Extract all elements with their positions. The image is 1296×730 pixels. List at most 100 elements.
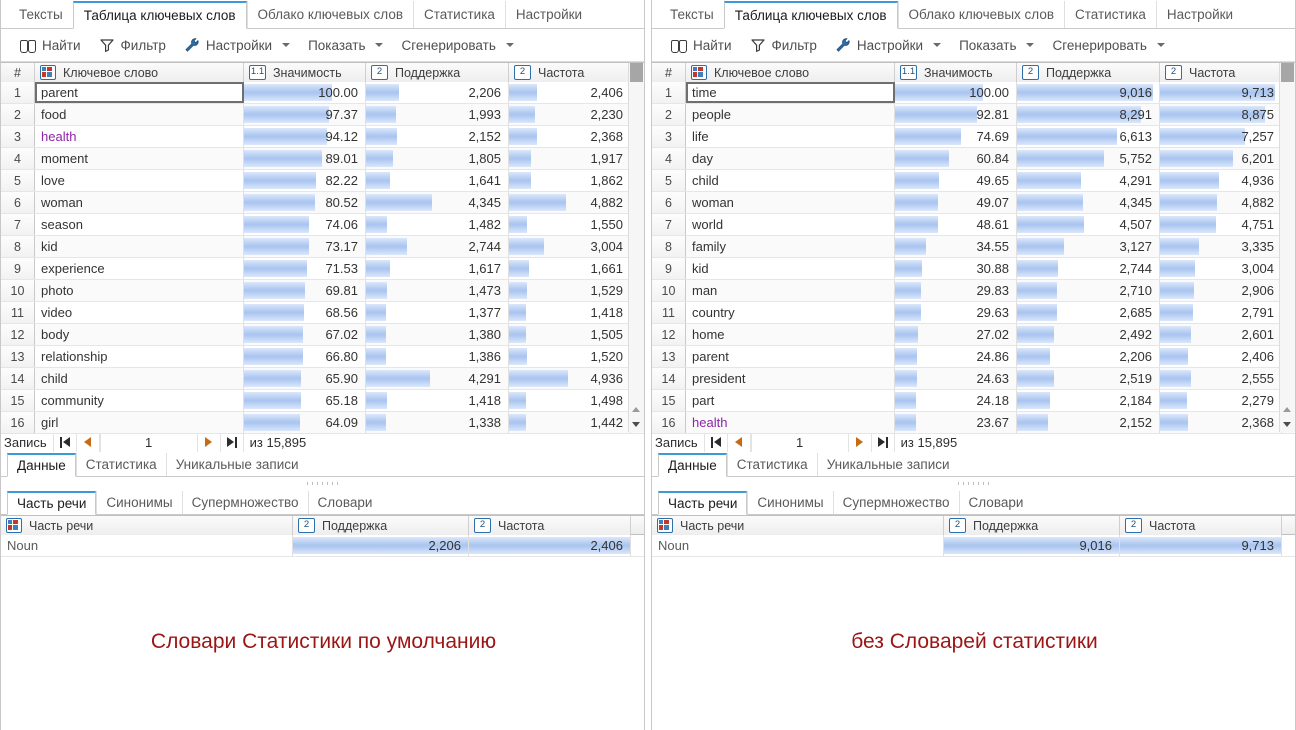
keyword-cell[interactable]: home: [686, 324, 895, 345]
support-cell[interactable]: 1,617: [366, 258, 509, 279]
detail-column-header-2[interactable]: 2 Поддержка: [293, 516, 469, 535]
table-row[interactable]: 11 country 29.63 2,685 2,791: [652, 302, 1295, 324]
significance-cell[interactable]: 94.12: [244, 126, 366, 147]
significance-cell[interactable]: 89.01: [244, 148, 366, 169]
frequency-cell[interactable]: 3,004: [509, 236, 631, 257]
support-cell[interactable]: 2,206: [366, 82, 509, 103]
support-cell[interactable]: 1,993: [366, 104, 509, 125]
table-row[interactable]: 10 man 29.83 2,710 2,906: [652, 280, 1295, 302]
detail-column-header-3[interactable]: 2 Частота: [469, 516, 631, 535]
support-cell[interactable]: 2,744: [1017, 258, 1160, 279]
detail-tab-2[interactable]: Синонимы: [747, 491, 832, 514]
significance-cell[interactable]: 97.37: [244, 104, 366, 125]
keyword-cell[interactable]: parent: [686, 346, 895, 367]
part-of-speech-cell[interactable]: Noun: [652, 535, 944, 556]
support-cell[interactable]: 1,418: [366, 390, 509, 411]
frequency-cell[interactable]: 4,936: [1160, 170, 1282, 191]
support-cell[interactable]: 4,291: [1017, 170, 1160, 191]
keyword-cell[interactable]: man: [686, 280, 895, 301]
toolbar-button-1[interactable]: Найти: [662, 33, 741, 58]
support-cell[interactable]: 2,152: [366, 126, 509, 147]
significance-cell[interactable]: 67.02: [244, 324, 366, 345]
keyword-cell[interactable]: life: [686, 126, 895, 147]
frequency-cell[interactable]: 3,004: [1160, 258, 1282, 279]
main-tab-5[interactable]: Настройки: [504, 1, 593, 28]
keyword-cell[interactable]: video: [35, 302, 244, 323]
frequency-cell[interactable]: 8,875: [1160, 104, 1282, 125]
keyword-cell[interactable]: country: [686, 302, 895, 323]
toolbar-button-3[interactable]: Настройки: [826, 33, 950, 58]
frequency-cell[interactable]: 1,661: [509, 258, 631, 279]
column-header-4[interactable]: 2 Поддержка: [366, 63, 509, 82]
vertical-scrollbar[interactable]: [628, 63, 644, 432]
support-cell[interactable]: 3,127: [1017, 236, 1160, 257]
support-cell[interactable]: 4,507: [1017, 214, 1160, 235]
toolbar-button-4[interactable]: Показать: [950, 33, 1043, 58]
keyword-cell[interactable]: part: [686, 390, 895, 411]
significance-cell[interactable]: 71.53: [244, 258, 366, 279]
table-row[interactable]: 9 kid 30.88 2,744 3,004: [652, 258, 1295, 280]
scrollbar-thumb[interactable]: [1281, 63, 1294, 82]
table-row[interactable]: 1 parent 100.00 2,206 2,406: [1, 82, 644, 104]
keyword-cell[interactable]: child: [686, 170, 895, 191]
support-cell[interactable]: 1,338: [366, 412, 509, 433]
frequency-cell[interactable]: 1,505: [509, 324, 631, 345]
previous-record-button[interactable]: [77, 432, 100, 452]
support-cell[interactable]: 2,184: [1017, 390, 1160, 411]
table-row[interactable]: 6 woman 80.52 4,345 4,882: [1, 192, 644, 214]
column-header-3[interactable]: 1.1 Значимость: [244, 63, 366, 82]
last-record-button[interactable]: [221, 432, 244, 452]
sub-tab-1[interactable]: Данные: [7, 453, 76, 477]
keyword-cell[interactable]: kid: [686, 258, 895, 279]
significance-cell[interactable]: 74.69: [895, 126, 1017, 147]
support-cell[interactable]: 1,386: [366, 346, 509, 367]
scroll-up-icon[interactable]: [632, 407, 640, 412]
frequency-cell[interactable]: 4,882: [1160, 192, 1282, 213]
significance-cell[interactable]: 24.63: [895, 368, 1017, 389]
table-row[interactable]: 15 community 65.18 1,418 1,498: [1, 390, 644, 412]
significance-cell[interactable]: 65.18: [244, 390, 366, 411]
toolbar-button-2[interactable]: Фильтр: [90, 33, 175, 58]
table-row[interactable]: 7 season 74.06 1,482 1,550: [1, 214, 644, 236]
keyword-cell[interactable]: day: [686, 148, 895, 169]
keyword-cell[interactable]: moment: [35, 148, 244, 169]
detail-tab-3[interactable]: Супермножество: [832, 491, 959, 514]
significance-cell[interactable]: 100.00: [244, 82, 366, 103]
table-row[interactable]: 9 experience 71.53 1,617 1,661: [1, 258, 644, 280]
keyword-cell[interactable]: health: [35, 126, 244, 147]
detail-frequency-cell[interactable]: 9,713: [1120, 535, 1282, 556]
support-cell[interactable]: 5,752: [1017, 148, 1160, 169]
significance-cell[interactable]: 23.67: [895, 412, 1017, 433]
column-header-2[interactable]: Ключевое слово: [35, 63, 244, 82]
keyword-cell[interactable]: woman: [686, 192, 895, 213]
table-row[interactable]: 12 home 27.02 2,492 2,601: [652, 324, 1295, 346]
support-cell[interactable]: 4,345: [366, 192, 509, 213]
sub-tab-2[interactable]: Статистика: [726, 453, 817, 476]
significance-cell[interactable]: 66.80: [244, 346, 366, 367]
detail-frequency-cell[interactable]: 2,406: [469, 535, 631, 556]
frequency-cell[interactable]: 4,936: [509, 368, 631, 389]
main-tab-3[interactable]: Облако ключевых слов: [246, 1, 413, 28]
table-row[interactable]: 13 parent 24.86 2,206 2,406: [652, 346, 1295, 368]
frequency-cell[interactable]: 1,529: [509, 280, 631, 301]
support-cell[interactable]: 4,345: [1017, 192, 1160, 213]
current-record-input[interactable]: 1: [750, 432, 849, 452]
keyword-cell[interactable]: health: [686, 412, 895, 433]
significance-cell[interactable]: 100.00: [895, 82, 1017, 103]
frequency-cell[interactable]: 2,601: [1160, 324, 1282, 345]
frequency-cell[interactable]: 1,520: [509, 346, 631, 367]
significance-cell[interactable]: 73.17: [244, 236, 366, 257]
frequency-cell[interactable]: 2,368: [509, 126, 631, 147]
frequency-cell[interactable]: 1,917: [509, 148, 631, 169]
toolbar-button-5[interactable]: Сгенерировать: [1043, 33, 1173, 58]
significance-cell[interactable]: 27.02: [895, 324, 1017, 345]
main-tab-1[interactable]: Тексты: [9, 1, 73, 28]
toolbar-button-4[interactable]: Показать: [299, 33, 392, 58]
toolbar-button-2[interactable]: Фильтр: [741, 33, 826, 58]
keyword-cell[interactable]: child: [35, 368, 244, 389]
main-tab-4[interactable]: Статистика: [413, 1, 505, 28]
sub-tab-2[interactable]: Статистика: [75, 453, 166, 476]
table-row[interactable]: 2 people 92.81 8,291 8,875: [652, 104, 1295, 126]
keyword-cell[interactable]: president: [686, 368, 895, 389]
keyword-cell[interactable]: season: [35, 214, 244, 235]
